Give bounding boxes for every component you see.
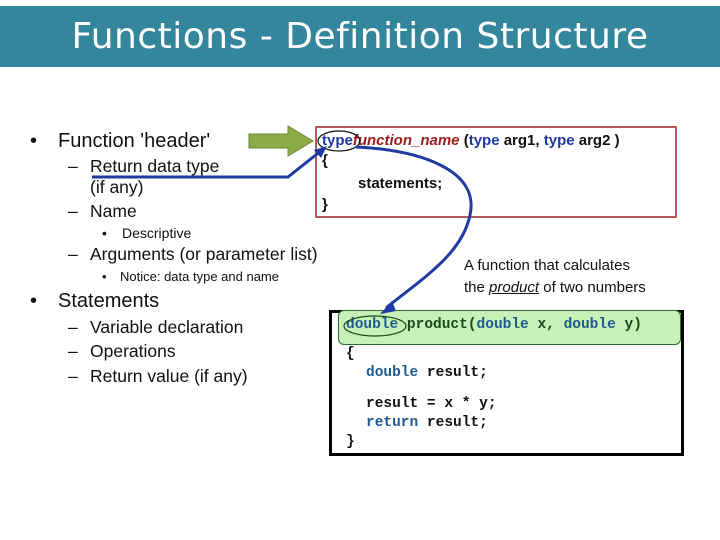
type-to-double-arrow [355, 145, 473, 310]
double-highlight-ellipse [343, 315, 407, 337]
green-arrow-icon [248, 125, 314, 157]
annotation-overlay [92, 125, 473, 337]
